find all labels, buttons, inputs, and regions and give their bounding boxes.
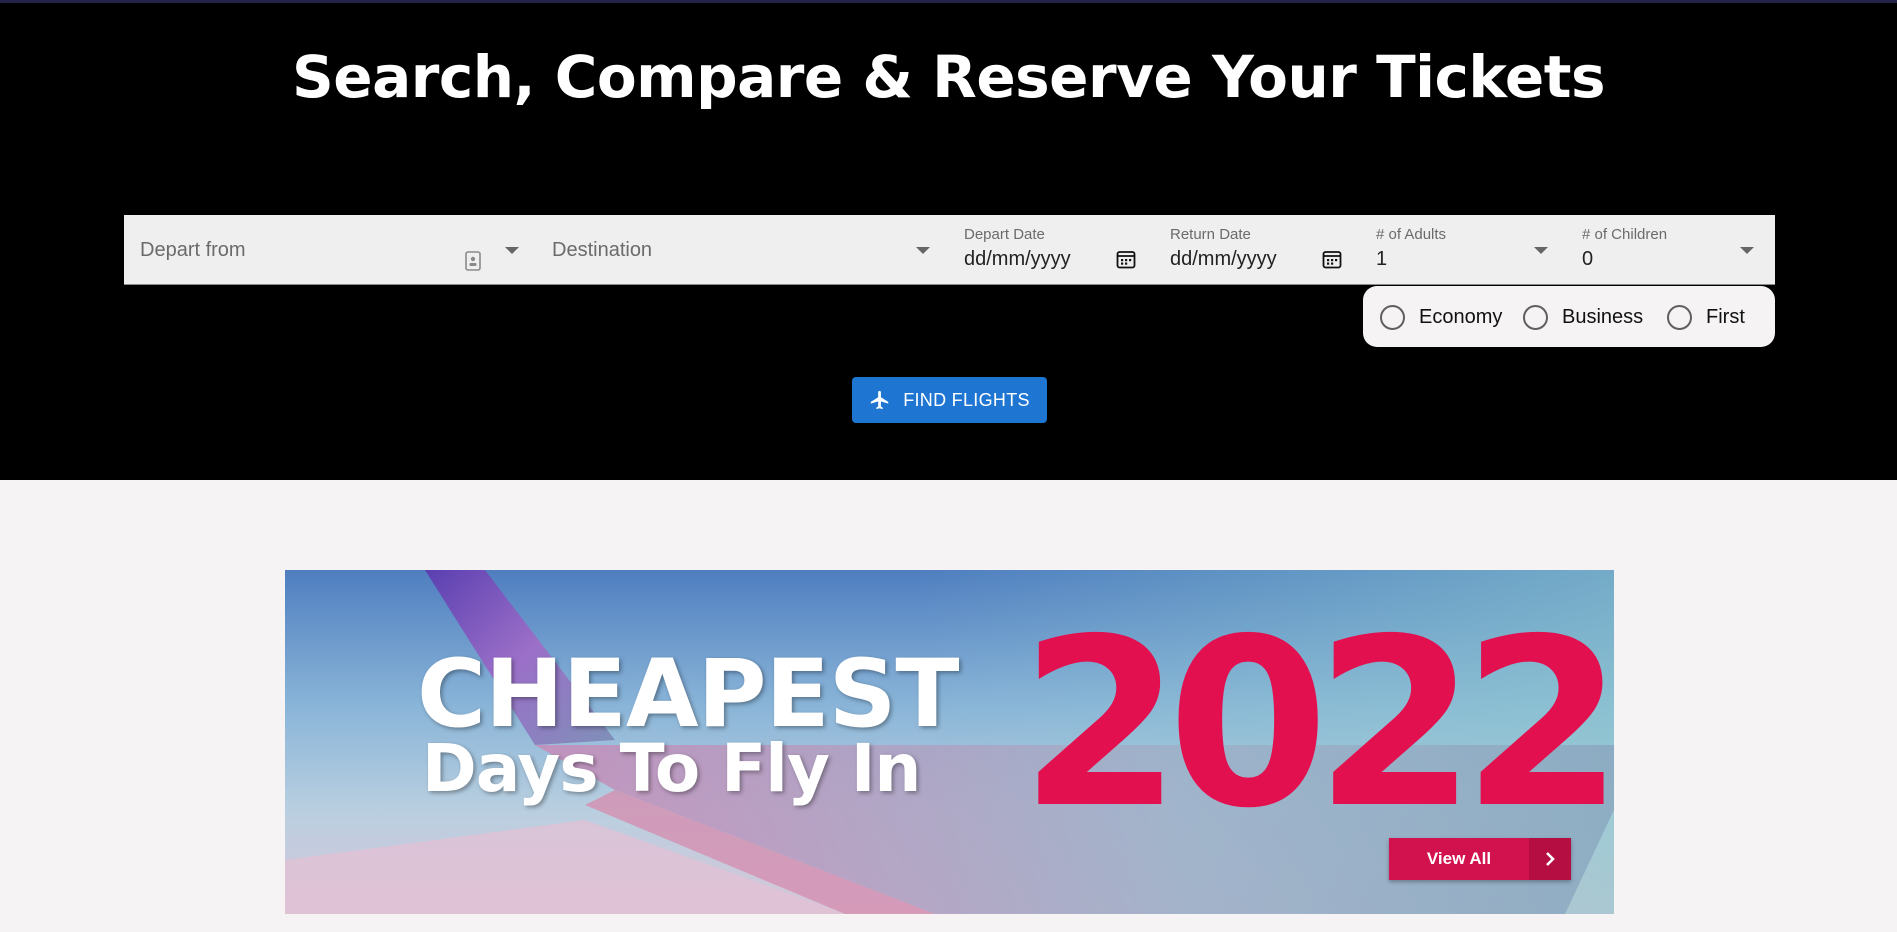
children-select[interactable]: # of Children 0 (1570, 215, 1775, 285)
return-date-label: Return Date (1170, 226, 1251, 243)
radio-first[interactable]: First (1667, 304, 1745, 330)
children-value: 0 (1582, 248, 1594, 270)
radio-circle[interactable] (1380, 304, 1405, 330)
cabin-class-radio-group: Economy Business First (1363, 286, 1775, 347)
return-date-input[interactable]: Return Date dd/mm/yyyy (1158, 215, 1364, 285)
radio-economy[interactable]: Economy (1380, 304, 1502, 330)
banner-year: 2022 (1020, 589, 1614, 859)
radio-business-label: Business (1562, 305, 1644, 328)
depart-date-label: Depart Date (964, 226, 1045, 243)
destination-select[interactable]: Destination (536, 215, 948, 285)
contact-card-icon (465, 251, 481, 271)
banner-subheadline: Days To Fly In (422, 730, 921, 807)
hero-section: Search, Compare & Reserve Your Tickets D… (0, 0, 1897, 480)
adults-label: # of Adults (1376, 226, 1447, 243)
depart-date-input[interactable]: Depart Date dd/mm/yyyy (952, 215, 1158, 285)
chevron-right-icon (1529, 838, 1571, 880)
chevron-down-icon (505, 247, 519, 254)
page-title: Search, Compare & Reserve Your Tickets (292, 43, 1606, 111)
flight-search-bar: Depart from Destination Depart Date dd/m… (124, 215, 1775, 285)
chevron-down-icon (1534, 247, 1548, 254)
view-all-button[interactable]: View All (1389, 838, 1571, 880)
destination-placeholder: Destination (552, 239, 653, 261)
radio-economy-label: Economy (1419, 305, 1503, 328)
radio-first-label: First (1706, 305, 1745, 328)
radio-circle[interactable] (1523, 304, 1548, 330)
radio-business[interactable]: Business (1523, 304, 1643, 330)
chevron-down-icon (1740, 247, 1754, 254)
calendar-icon[interactable] (1322, 249, 1342, 269)
chevron-down-icon (916, 247, 930, 254)
find-flights-button[interactable]: FIND FLIGHTS (852, 377, 1047, 423)
adults-select[interactable]: # of Adults 1 (1364, 215, 1570, 285)
airplane-icon (871, 390, 889, 410)
calendar-icon[interactable] (1116, 249, 1136, 269)
adults-value: 1 (1376, 248, 1388, 270)
promo-banner[interactable]: CHEAPEST Days To Fly In 2022 View All (285, 570, 1614, 914)
view-all-label: View All (1426, 849, 1492, 868)
children-label: # of Children (1582, 226, 1668, 243)
find-flights-label: FIND FLIGHTS (903, 389, 1030, 410)
return-date-value: dd/mm/yyyy (1170, 248, 1277, 270)
radio-circle[interactable] (1667, 304, 1692, 330)
depart-from-select[interactable]: Depart from (124, 215, 536, 285)
depart-from-placeholder: Depart from (140, 239, 246, 261)
depart-date-value: dd/mm/yyyy (964, 248, 1071, 270)
